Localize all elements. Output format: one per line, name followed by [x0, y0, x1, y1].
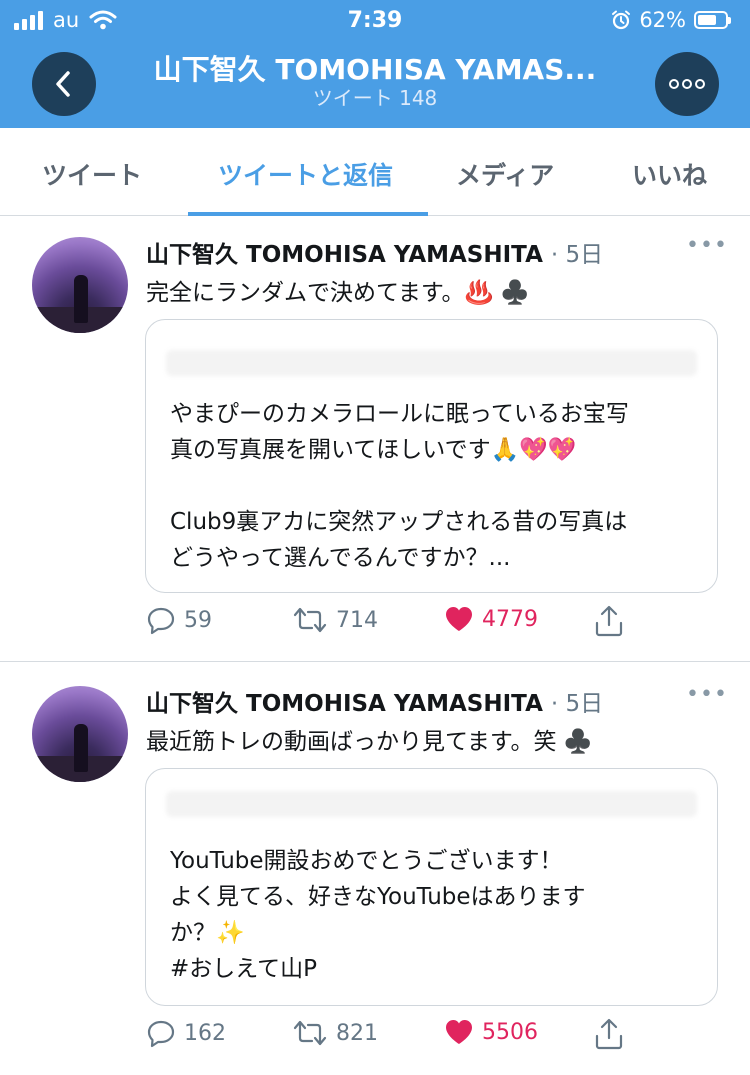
tweet-text: 最近筋トレの動画ばっかり見てます。笑 ♣️ — [146, 729, 593, 755]
tab-media[interactable]: メディア — [456, 156, 554, 192]
author-name[interactable]: 山下智久 TOMOHISA YAMASHITA — [146, 691, 543, 717]
avatar[interactable] — [32, 237, 128, 333]
quoted-card[interactable]: やまぴーのカメラロールに眠っているお宝写 真の写真展を開いてほしいです🙏💖💖 C… — [145, 319, 718, 593]
tweet-count: ツイート 148 — [312, 86, 438, 110]
battery-icon — [694, 11, 731, 29]
status-bar: au 7:39 62% — [0, 0, 750, 40]
share-button[interactable] — [594, 1018, 624, 1050]
more-button[interactable] — [655, 52, 719, 116]
battery-percent: 62% — [639, 8, 686, 32]
tweet[interactable]: 山下智久 TOMOHISA YAMASHITA · 5日 ••• 最近筋トレの動… — [0, 662, 750, 1075]
retweet-count: 821 — [336, 1020, 378, 1046]
like-button[interactable]: 4779 — [444, 605, 538, 633]
reply-count: 162 — [184, 1020, 226, 1046]
back-arrow-icon — [56, 71, 70, 97]
retweet-button[interactable]: 821 — [292, 1018, 378, 1048]
tweet-text: 完全にランダムで決めてます。♨️ ♣️ — [146, 280, 530, 306]
avatar[interactable] — [32, 686, 128, 782]
quoted-text: YouTube開設おめでとうございます！ よく見てる、好きなYouTubeはあり… — [170, 848, 586, 982]
author-name[interactable]: 山下智久 TOMOHISA YAMASHITA — [146, 242, 543, 268]
navigation-header: au 7:39 62% 山下智久 TOMOHISA YAMAS... ツイート … — [0, 0, 750, 128]
profile-tabs: ツイート ツイートと返信 メディア いいね — [0, 128, 750, 216]
reply-button[interactable]: 162 — [146, 1018, 226, 1048]
tweet[interactable]: 山下智久 TOMOHISA YAMASHITA · 5日 ••• 完全にランダム… — [0, 217, 750, 662]
retweet-count: 714 — [336, 607, 378, 633]
tweet-time: · 5日 — [550, 242, 604, 268]
tweet-header: 山下智久 TOMOHISA YAMASHITA · 5日 — [146, 684, 603, 718]
alarm-icon — [612, 10, 631, 30]
retweet-icon — [293, 607, 327, 633]
tweet-actions: 162 821 5506 — [0, 1018, 750, 1058]
like-button[interactable]: 5506 — [444, 1018, 538, 1046]
tab-likes[interactable]: いいね — [632, 156, 707, 192]
like-count: 4779 — [482, 606, 538, 632]
tab-tweets-and-replies[interactable]: ツイートと返信 — [218, 156, 393, 192]
share-icon — [595, 605, 623, 637]
quoted-card[interactable]: YouTube開設おめでとうございます！ よく見てる、好きなYouTubeはあり… — [145, 768, 718, 1006]
tweet-header: 山下智久 TOMOHISA YAMASHITA · 5日 — [146, 235, 603, 269]
tweet-time: · 5日 — [550, 691, 604, 717]
heart-icon — [446, 607, 472, 631]
like-count: 5506 — [482, 1019, 538, 1045]
reply-icon — [147, 1020, 175, 1048]
share-button[interactable] — [594, 605, 624, 637]
reply-button[interactable]: 59 — [146, 605, 212, 635]
tab-tweets[interactable]: ツイート — [42, 156, 142, 192]
back-button[interactable] — [32, 52, 96, 116]
quoted-text: やまぴーのカメラロールに眠っているお宝写 真の写真展を開いてほしいです🙏💖💖 C… — [170, 401, 629, 571]
retweet-button[interactable]: 714 — [292, 605, 378, 635]
reply-icon — [147, 607, 175, 635]
retweet-icon — [293, 1020, 327, 1046]
tweet-menu-icon[interactable]: ••• — [686, 682, 728, 707]
reply-count: 59 — [184, 607, 212, 633]
more-icon — [669, 79, 705, 89]
heart-icon — [446, 1020, 472, 1044]
share-icon — [595, 1018, 623, 1050]
active-tab-indicator — [188, 212, 428, 216]
tweet-actions: 59 714 4779 — [0, 605, 750, 645]
tweet-menu-icon[interactable]: ••• — [686, 233, 728, 258]
